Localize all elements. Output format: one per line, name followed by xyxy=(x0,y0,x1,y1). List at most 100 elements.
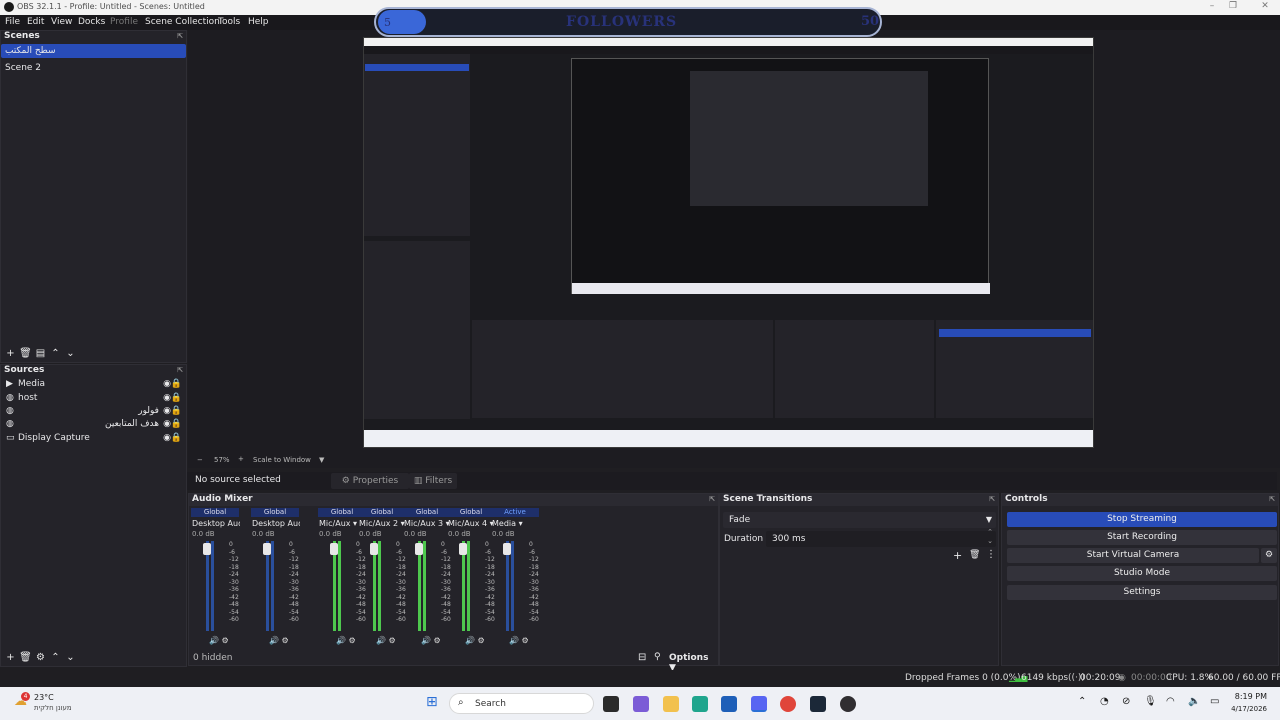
volume-fader-knob[interactable] xyxy=(459,543,467,555)
battery-saver-icon[interactable]: ⊘ xyxy=(1122,696,1130,707)
channel-settings-icon[interactable]: ⚙ xyxy=(389,636,396,645)
speaker-icon[interactable]: 🔊 xyxy=(421,636,431,645)
lock-icon[interactable]: 🔒 xyxy=(171,418,182,431)
speaker-icon[interactable]: 🔊 xyxy=(376,636,386,645)
menu-profile[interactable]: Profile xyxy=(110,17,138,27)
start-recording-button[interactable]: Start Recording xyxy=(1007,530,1277,545)
stop-streaming-button[interactable]: Stop Streaming xyxy=(1007,512,1277,527)
minimize-icon[interactable]: – xyxy=(1204,1,1220,13)
channel-name-select[interactable]: Mic/Aux 4 ▾ xyxy=(448,519,496,528)
volume-fader-knob[interactable] xyxy=(503,543,511,555)
filter-icon[interactable]: ▤ xyxy=(33,348,48,359)
source-row[interactable]: ▶ Media ◉ 🔒 xyxy=(1,378,186,391)
source-row[interactable]: ◍ هدف المتابعين ◉ 🔒 xyxy=(1,418,186,431)
channel-settings-icon[interactable]: ⚙ xyxy=(522,636,529,645)
speaker-icon[interactable]: 🔊 xyxy=(336,636,346,645)
chrome-icon[interactable] xyxy=(780,696,796,712)
volume-icon[interactable]: 🔈 xyxy=(1188,696,1200,707)
virtual-camera-settings-gear-icon[interactable]: ⚙ xyxy=(1261,548,1277,563)
undock-icon[interactable]: ⇱ xyxy=(177,32,183,40)
move-down-icon[interactable]: ⌄ xyxy=(63,348,78,359)
windows-start-icon[interactable]: ⊞ xyxy=(426,694,438,710)
lock-icon[interactable]: 🔒 xyxy=(171,405,182,418)
zoom-in-button[interactable]: + xyxy=(238,455,244,463)
menu-docks[interactable]: Docks xyxy=(78,17,105,27)
channel-name-select[interactable]: Desktop Audio ▾ xyxy=(192,519,240,528)
close-icon[interactable]: ✕ xyxy=(1257,1,1273,13)
chevron-down-icon[interactable]: ▼ xyxy=(319,456,324,464)
channel-settings-icon[interactable]: ⚙ xyxy=(478,636,485,645)
properties-button[interactable]: ⚙ Properties xyxy=(331,473,409,489)
taskbar-search[interactable]: ⌕ Search xyxy=(449,693,594,714)
channel-name-select[interactable]: Mic/Aux 3 ▾ xyxy=(404,519,452,528)
channel-settings-icon[interactable]: ⚙ xyxy=(282,636,289,645)
undock-icon[interactable]: ⇱ xyxy=(177,366,183,374)
speaker-icon[interactable]: 🔊 xyxy=(209,636,219,645)
volume-fader-knob[interactable] xyxy=(330,543,338,555)
discord-icon[interactable] xyxy=(751,696,767,712)
chevron-up-icon[interactable]: ⌃ xyxy=(1078,696,1086,707)
channel-name-select[interactable]: Desktop Audio 2 ▾ xyxy=(252,519,300,528)
network-icon[interactable]: ◔ xyxy=(1100,696,1109,707)
clock-date[interactable]: 4/17/2026 xyxy=(1223,705,1267,713)
duration-input[interactable]: 300 ms ⌃ ⌄ xyxy=(766,528,996,547)
volume-fader-knob[interactable] xyxy=(370,543,378,555)
settings-button[interactable]: Settings xyxy=(1007,585,1277,600)
edge-icon[interactable] xyxy=(692,696,708,712)
app-icon[interactable] xyxy=(633,696,649,712)
trash-icon[interactable]: 🗑 xyxy=(18,652,33,663)
volume-fader-knob[interactable] xyxy=(415,543,423,555)
speaker-icon[interactable]: 🔊 xyxy=(465,636,475,645)
clock-time[interactable]: 8:19 PM xyxy=(1231,692,1267,701)
add-icon[interactable]: + xyxy=(3,348,18,359)
lock-icon[interactable]: 🔒 xyxy=(171,392,182,405)
add-icon[interactable]: + xyxy=(3,652,18,663)
link-icon[interactable]: ⚲ xyxy=(654,652,661,662)
preview-canvas[interactable] xyxy=(363,37,1094,448)
volume-fader-knob[interactable] xyxy=(203,543,211,555)
scale-mode-select[interactable]: Scale to Window xyxy=(253,456,311,464)
wifi-icon[interactable]: ◠ xyxy=(1166,696,1175,707)
scene-item[interactable]: Scene 2 xyxy=(1,61,186,75)
layout-icon[interactable]: ⊟ xyxy=(638,652,646,663)
menu-tools[interactable]: Tools xyxy=(218,17,240,27)
channel-settings-icon[interactable]: ⚙ xyxy=(222,636,229,645)
task-view-icon[interactable] xyxy=(603,696,619,712)
lock-icon[interactable]: 🔒 xyxy=(171,378,182,391)
speaker-icon[interactable]: 🔊 xyxy=(509,636,519,645)
battery-icon[interactable]: ▭ xyxy=(1210,696,1219,707)
zoom-out-button[interactable]: − xyxy=(197,456,203,464)
microphone-icon[interactable]: 🎙 xyxy=(1144,696,1157,707)
steam-icon[interactable] xyxy=(810,696,826,712)
channel-name-select[interactable]: Media ▾ xyxy=(492,519,540,528)
move-up-icon[interactable]: ⌃ xyxy=(48,652,63,663)
trash-icon[interactable]: 🗑 xyxy=(969,550,980,560)
source-row[interactable]: ◍ فولور ◉ 🔒 xyxy=(1,405,186,418)
lock-icon[interactable]: 🔒 xyxy=(171,432,182,445)
source-row[interactable]: ◍ host ◉ 🔒 xyxy=(1,392,186,405)
obs-taskbar-icon[interactable] xyxy=(840,696,856,712)
store-icon[interactable] xyxy=(721,696,737,712)
more-icon[interactable]: ⋮ xyxy=(986,549,996,560)
studio-mode-button[interactable]: Studio Mode xyxy=(1007,566,1277,581)
channel-name-select[interactable]: Mic/Aux 2 ▾ xyxy=(359,519,407,528)
channel-settings-icon[interactable]: ⚙ xyxy=(434,636,441,645)
source-row[interactable]: ▭ Display Capture ◉ 🔒 xyxy=(1,432,186,445)
start-virtual-camera-button[interactable]: Start Virtual Camera xyxy=(1007,548,1259,563)
menu-scene-collection[interactable]: Scene Collection xyxy=(145,17,220,27)
transition-select[interactable]: Fade ▼ xyxy=(723,512,996,528)
undock-icon[interactable]: ⇱ xyxy=(989,495,995,503)
scene-item[interactable]: سطح المكتب xyxy=(1,44,186,58)
move-up-icon[interactable]: ⌃ xyxy=(48,348,63,359)
filters-button[interactable]: ▥ Filters xyxy=(409,473,457,489)
spinner-icon[interactable]: ⌃ ⌄ xyxy=(987,528,993,546)
menu-view[interactable]: View xyxy=(51,17,72,27)
file-explorer-icon[interactable] xyxy=(663,696,679,712)
move-down-icon[interactable]: ⌄ xyxy=(63,652,78,663)
trash-icon[interactable]: 🗑 xyxy=(18,348,33,359)
volume-fader-knob[interactable] xyxy=(263,543,271,555)
menu-file[interactable]: File xyxy=(5,17,20,27)
add-icon[interactable]: + xyxy=(953,549,962,562)
undock-icon[interactable]: ⇱ xyxy=(709,495,715,503)
speaker-icon[interactable]: 🔊 xyxy=(269,636,279,645)
